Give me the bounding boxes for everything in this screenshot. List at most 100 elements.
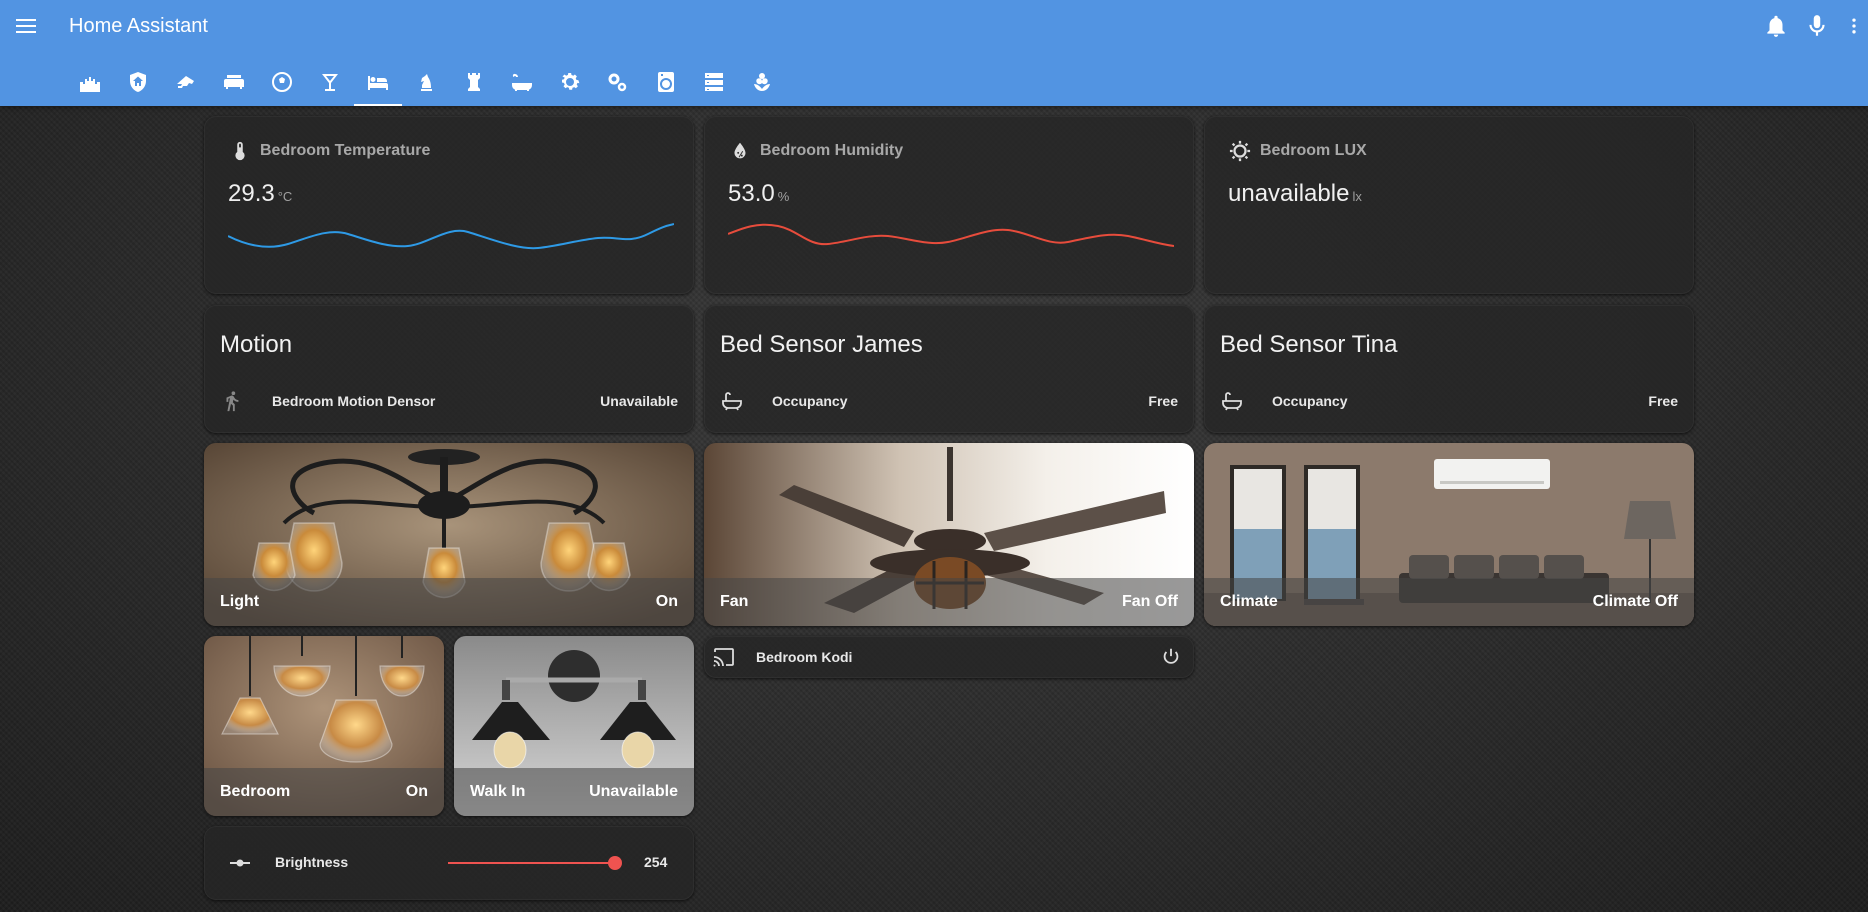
- picture-name: Bedroom: [220, 783, 291, 800]
- card-title: Bed Sensor Tina: [1220, 331, 1398, 358]
- sensor-card-lux[interactable]: Bedroom LUX unavailable lx: [1204, 116, 1694, 294]
- tab-settings[interactable]: [546, 64, 594, 106]
- picture-bar[interactable]: Climate Climate Off: [1204, 578, 1694, 626]
- brightness-icon: [1229, 140, 1251, 162]
- picture-bar[interactable]: Fan Fan Off: [704, 578, 1194, 626]
- tab-castle[interactable]: [66, 64, 114, 106]
- brightness-slider-track[interactable]: [448, 862, 616, 864]
- menu-icon[interactable]: [14, 14, 38, 38]
- temperature-sparkline: [228, 223, 674, 250]
- picture-state: Fan Off: [1122, 593, 1178, 610]
- bathtub-icon: [1220, 389, 1244, 413]
- humidity-sparkline: [728, 223, 1174, 247]
- sensor-unit: °C: [277, 189, 293, 204]
- cast-icon[interactable]: [712, 645, 736, 669]
- castle-icon: [80, 77, 100, 92]
- tab-laundry[interactable]: [642, 64, 690, 106]
- media-player-kodi: Bedroom Kodi: [704, 636, 1194, 678]
- picture-bar[interactable]: Bedroom On: [204, 768, 444, 816]
- sensor-name: Bedroom LUX: [1260, 142, 1367, 159]
- sensor-name: Bedroom Humidity: [760, 142, 904, 159]
- chess-knight-icon: [421, 74, 432, 91]
- sensor-value: unavailable lx: [1228, 180, 1362, 207]
- picture-state: On: [405, 783, 428, 800]
- entity-label: Occupancy: [772, 393, 848, 409]
- app-title: Home Assistant: [69, 15, 208, 37]
- entity-state: Free: [1648, 393, 1678, 409]
- cocktail-glass-icon: [322, 74, 338, 91]
- picture-name: Fan: [720, 593, 749, 610]
- server-icon: [705, 73, 723, 91]
- picture-bar[interactable]: Walk In Unavailable: [454, 768, 694, 816]
- thermometer-icon: [235, 141, 245, 161]
- sensor-card-humidity[interactable]: Bedroom Humidity 53.0%: [704, 116, 1194, 294]
- entity-row[interactable]: Occupancy Free: [720, 383, 1178, 419]
- brightness-slider-handle[interactable]: [608, 856, 622, 870]
- chess-rook-icon: [468, 73, 480, 91]
- tab-security[interactable]: [114, 64, 162, 106]
- tab-tower[interactable]: [450, 64, 498, 106]
- sensor-value: 53.0%: [728, 180, 790, 207]
- entities-card-motion: Motion Bedroom Motion Densor Unavailable: [204, 305, 694, 433]
- water-percent-icon: [734, 142, 746, 159]
- picture-card-climate[interactable]: Climate Climate Off: [1204, 443, 1694, 626]
- entity-row[interactable]: Occupancy Free: [1220, 383, 1678, 419]
- picture-state: Climate Off: [1592, 593, 1678, 610]
- picture-card-bedroom[interactable]: Bedroom On: [204, 636, 444, 816]
- picture-state: Unavailable: [589, 783, 678, 800]
- tab-garden[interactable]: [738, 64, 786, 106]
- card-title: Motion: [220, 331, 293, 358]
- app-header: Home Assistant: [0, 0, 1868, 106]
- brightness-value: 254: [644, 854, 668, 870]
- flower-icon: [754, 73, 770, 91]
- picture-card-fan[interactable]: Fan Fan Off: [704, 443, 1194, 626]
- picture-name: Walk In: [470, 783, 526, 800]
- tab-bar[interactable]: [306, 64, 354, 106]
- brightness-card: Brightness 254: [204, 826, 694, 900]
- bathtub-icon: [511, 73, 532, 91]
- picture-bar[interactable]: Light On: [204, 578, 694, 626]
- picture-state: On: [655, 593, 678, 610]
- picture-card-walk-in[interactable]: Walk In Unavailable: [454, 636, 694, 816]
- cctv-icon: [177, 76, 194, 88]
- entity-state: Unavailable: [600, 393, 678, 409]
- more-vert-icon[interactable]: [1844, 13, 1864, 39]
- gears-icon: [608, 73, 627, 92]
- sensor-name: Bedroom Temperature: [260, 142, 431, 159]
- sofa-icon: [224, 75, 244, 89]
- sensor-card-temperature[interactable]: Bedroom Temperature 29.3 °C: [204, 116, 694, 294]
- tab-sport[interactable]: [258, 64, 306, 106]
- entities-card-bed-tina: Bed Sensor Tina Occupancy Free: [1204, 305, 1694, 433]
- brightness-label: Brightness: [275, 854, 349, 870]
- bell-icon[interactable]: [1763, 13, 1789, 39]
- picture-card-light[interactable]: Light On: [204, 443, 694, 626]
- tab-bedroom[interactable]: [354, 64, 402, 106]
- walk-icon: [220, 389, 244, 413]
- microphone-icon[interactable]: [1804, 13, 1830, 39]
- tab-automation[interactable]: [594, 64, 642, 106]
- gear-icon: [562, 73, 580, 90]
- tab-server[interactable]: [690, 64, 738, 106]
- entity-row[interactable]: Bedroom Motion Densor Unavailable: [220, 383, 678, 419]
- picture-name: Climate: [1220, 593, 1278, 610]
- shield-home-icon: [130, 72, 146, 92]
- power-icon[interactable]: [1160, 646, 1182, 668]
- entity-label: Bedroom Motion Densor: [272, 393, 436, 409]
- bathtub-icon: [720, 389, 744, 413]
- soccer-ball-icon: [272, 72, 292, 92]
- sensor-unit: lx: [1352, 189, 1362, 204]
- sensor-value: 29.3 °C: [228, 180, 293, 207]
- tab-cameras[interactable]: [162, 64, 210, 106]
- entity-state: Free: [1148, 393, 1178, 409]
- media-label: Bedroom Kodi: [756, 649, 853, 665]
- slider-icon: [228, 851, 252, 880]
- washing-machine-icon: [658, 72, 674, 92]
- tab-games[interactable]: [402, 64, 450, 106]
- sensor-unit: %: [777, 189, 790, 204]
- entity-label: Occupancy: [1272, 393, 1348, 409]
- bed-icon: [368, 76, 388, 90]
- tab-living[interactable]: [210, 64, 258, 106]
- picture-name: Light: [220, 593, 260, 610]
- card-title: Bed Sensor James: [720, 331, 923, 358]
- tab-bathroom[interactable]: [498, 64, 546, 106]
